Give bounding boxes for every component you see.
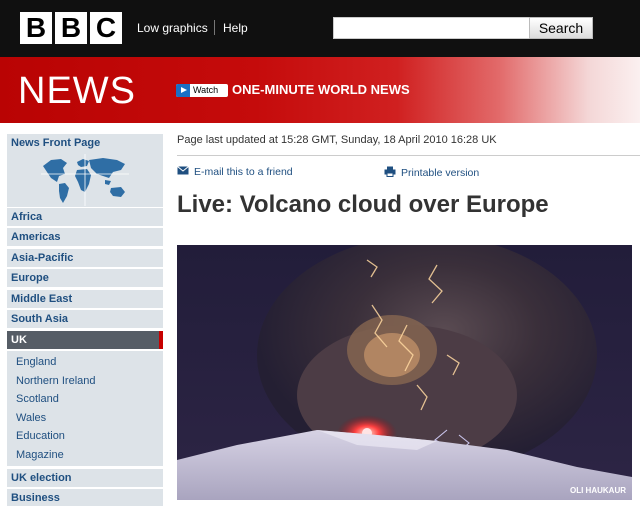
volcano-eruption-image [177,245,632,500]
nav-scotland[interactable]: Scotland [7,390,163,409]
nav-middle-east[interactable]: Middle East [7,289,163,308]
nav-education[interactable]: Education [7,427,163,446]
nav-europe[interactable]: Europe [7,269,163,287]
print-label: Printable version [401,167,480,179]
printer-icon [384,166,396,180]
watch-button[interactable]: Watch [176,84,228,97]
nav-africa[interactable]: Africa [7,207,163,226]
last-updated: Page last updated at 15:28 GMT, Sunday, … [177,134,497,146]
nav-wales[interactable]: Wales [7,409,163,428]
envelope-icon [177,166,189,178]
section-nav: News Front Page Africa Americas Asia-Pac… [7,134,163,506]
promo-link[interactable]: ONE-MINUTE WORLD NEWS [232,82,410,97]
photo-credit: OLI HAUKAUR [570,486,626,495]
volcano-photo[interactable]: OLI HAUKAUR [177,245,632,500]
email-link[interactable]: E-mail this to a friend [177,166,293,178]
nav-england[interactable]: England [7,353,163,372]
masthead: B B C Low graphics Help Search [0,0,640,57]
news-banner: NEWS Watch ONE-MINUTE WORLD NEWS [0,57,640,123]
nav-uk-election[interactable]: UK election [7,468,163,487]
print-link[interactable]: Printable version [384,166,479,180]
logo-letter: B [55,12,87,44]
world-map-icon [41,154,129,206]
search-button[interactable]: Search [529,17,593,39]
nav-uk-selected[interactable]: UK [7,330,163,349]
watch-label: Watch [193,85,219,95]
nav-news-front-page[interactable]: News Front Page [7,134,163,152]
nav-business[interactable]: Business [7,489,163,506]
nav-americas[interactable]: Americas [7,228,163,246]
help-link[interactable]: Help [223,21,248,35]
logo-letter: C [90,12,122,44]
nav-south-asia[interactable]: South Asia [7,310,163,328]
uk-subsections: England Northern Ireland Scotland Wales … [7,351,163,466]
divider [177,155,640,156]
email-label: E-mail this to a friend [194,166,293,178]
section-title[interactable]: NEWS [18,70,136,113]
search-input[interactable] [333,17,530,39]
low-graphics-link[interactable]: Low graphics [137,21,208,35]
nav-northern-ireland[interactable]: Northern Ireland [7,372,163,391]
world-map[interactable] [7,152,163,207]
headline: Live: Volcano cloud over Europe [177,191,549,218]
nav-magazine[interactable]: Magazine [7,446,163,465]
logo-letter: B [20,12,52,44]
bbc-logo[interactable]: B B C [20,12,122,44]
play-icon [176,84,190,97]
nav-asia-pacific[interactable]: Asia-Pacific [7,248,163,267]
divider [214,20,215,35]
